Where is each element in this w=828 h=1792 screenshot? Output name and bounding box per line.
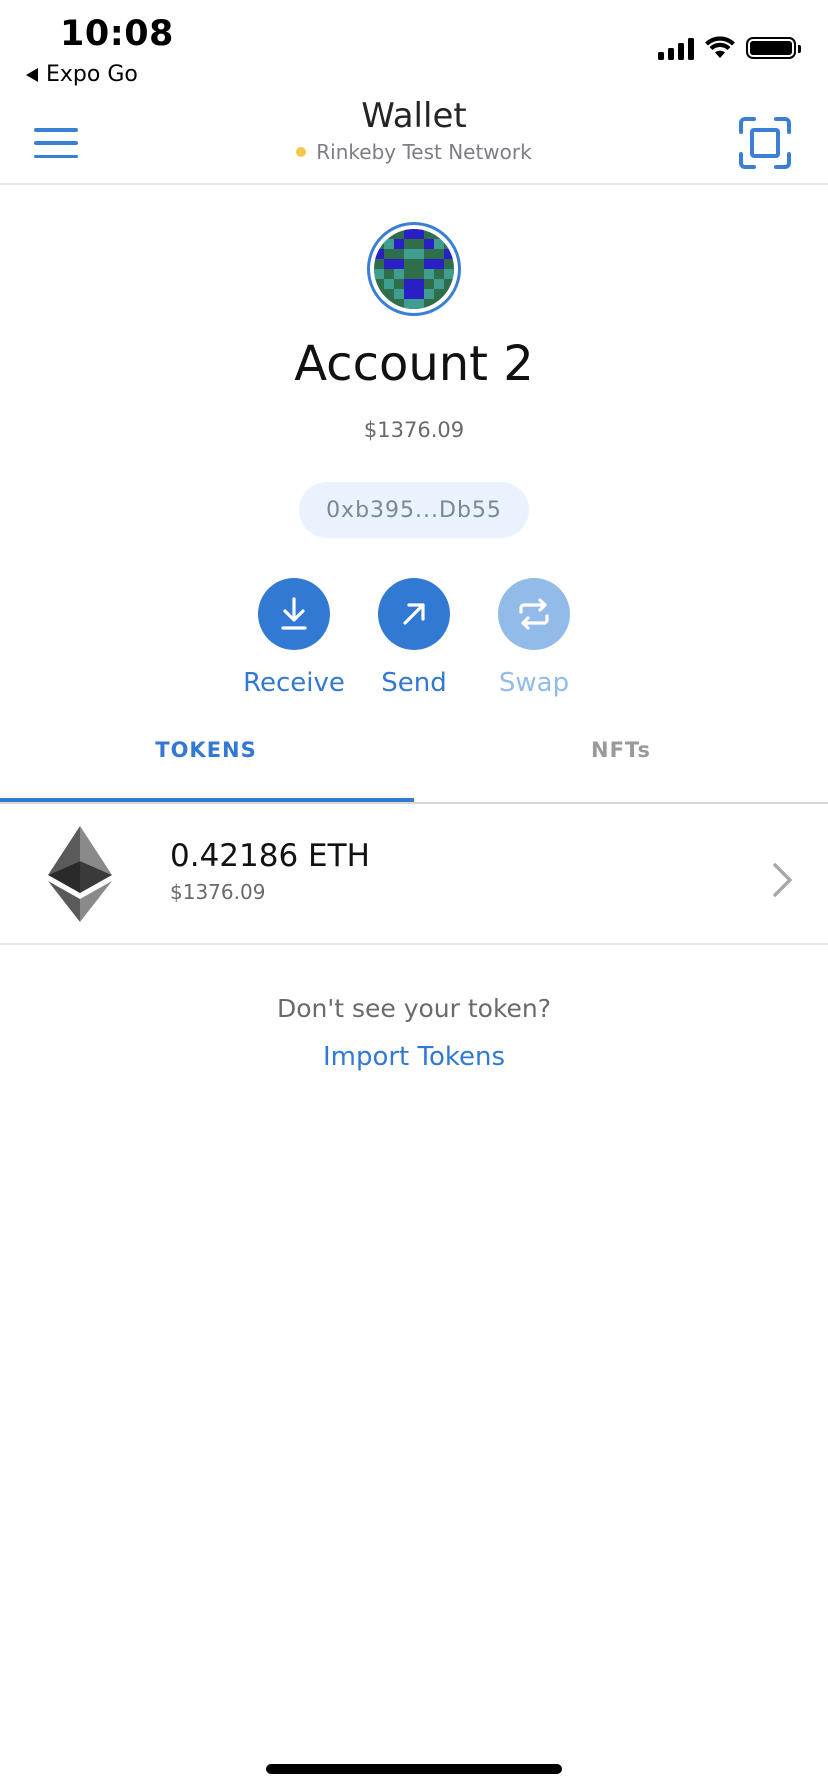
missing-token-prompt: Don't see your token? [276,994,552,1023]
identicon-icon [374,229,454,309]
ethereum-icon [48,826,112,922]
account-name[interactable]: Account 2 [0,336,828,392]
network-status-dot [296,147,307,157]
account-balance: $1376.09 [363,418,465,442]
tab-tokens[interactable]: TOKENS [0,738,412,762]
chevron-right-icon[interactable] [772,862,794,898]
network-name: Rinkeby Test Network [316,140,532,164]
battery-icon [746,37,801,59]
page-title: Wallet [361,96,467,136]
token-row-divider [0,943,828,945]
send-label: Send [381,668,447,698]
account-avatar[interactable] [367,222,461,316]
back-to-app-link[interactable]: Expo Go [26,62,138,87]
network-indicator[interactable]: Rinkeby Test Network [0,140,828,164]
header-divider [0,183,828,185]
home-indicator[interactable] [266,1764,562,1774]
token-amount: 0.42186 ETH [170,838,370,874]
swap-icon [519,598,549,630]
send-button[interactable]: Send [354,578,474,698]
swap-button[interactable]: Swap [474,578,594,698]
import-tokens-wrapper: Import Tokens [0,1042,828,1072]
receive-circle[interactable] [258,578,330,650]
receive-label: Receive [243,668,345,698]
swap-label: Swap [498,668,570,698]
scan-qr-icon[interactable] [738,116,792,170]
tab-nfts[interactable]: NFTs [414,738,828,762]
account-address-pill[interactable]: 0xb395...Db55 [299,482,529,538]
send-circle[interactable] [378,578,450,650]
status-indicators [658,36,801,60]
cellular-signal-icon [658,36,694,60]
back-app-label: Expo Go [46,62,138,87]
back-triangle-icon [26,67,38,82]
receive-button[interactable]: Receive [234,578,354,698]
import-tokens-link[interactable]: Import Tokens [323,1042,505,1072]
arrow-up-right-icon [403,603,425,625]
wifi-icon [705,36,735,58]
active-tab-indicator [0,798,414,802]
token-fiat-value: $1376.09 [170,880,266,904]
token-row-eth[interactable] [0,804,828,943]
swap-circle[interactable] [498,578,570,650]
download-icon [281,597,307,630]
status-time: 10:08 [60,14,174,54]
